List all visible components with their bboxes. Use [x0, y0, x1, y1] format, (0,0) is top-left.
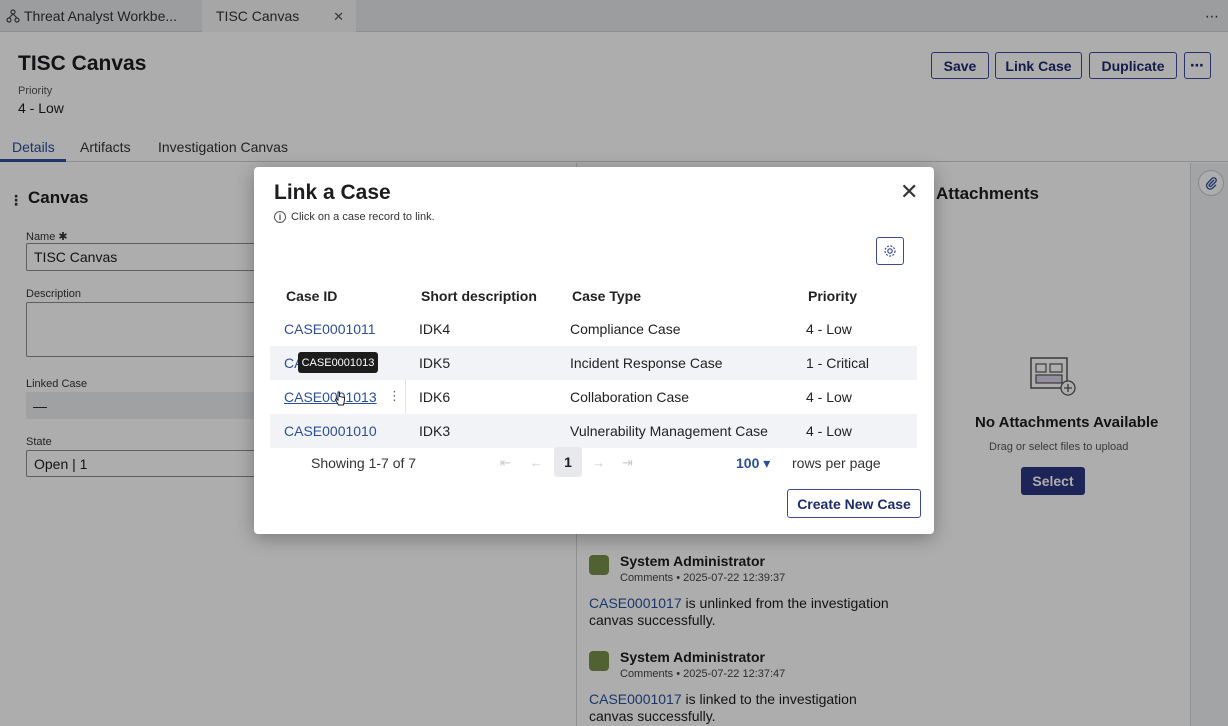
priority: 4 - Low: [806, 321, 852, 337]
case-type: Collaboration Case: [570, 389, 690, 405]
column-header-short-description[interactable]: Short description: [421, 288, 537, 304]
table-row[interactable]: CASE0001011 IDK4 Compliance Case 4 - Low: [270, 312, 917, 346]
link-case-modal: Link a Case ✕ i Click on a case record t…: [254, 167, 934, 534]
gear-icon: [884, 245, 896, 257]
previous-page-icon[interactable]: ←: [530, 455, 543, 470]
priority: 1 - Critical: [806, 355, 870, 371]
case-id-link[interactable]: CASE0001011: [284, 321, 376, 337]
short-description: IDK3: [419, 423, 451, 439]
create-new-case-button[interactable]: Create New Case: [787, 489, 921, 518]
short-description: IDK6: [419, 389, 451, 405]
case-id-link[interactable]: CASE0001013: [284, 389, 377, 405]
case-id-tooltip: CASE0001013: [298, 352, 378, 373]
table-row[interactable]: CASE0001013 ⋮ IDK6 Collaboration Case 4 …: [270, 380, 917, 414]
pagination-summary: Showing 1-7 of 7: [311, 455, 417, 471]
short-description: IDK4: [419, 321, 451, 337]
modal-title: Link a Case: [274, 181, 391, 204]
current-page[interactable]: 1: [554, 447, 582, 477]
case-id-link[interactable]: CASE0001010: [284, 423, 377, 439]
next-page-icon[interactable]: →: [592, 455, 605, 470]
last-page-icon[interactable]: ⇥: [622, 455, 633, 471]
rows-per-page-select[interactable]: 100 ▾: [736, 455, 770, 472]
info-icon: i: [274, 211, 286, 223]
modal-hint: Click on a case record to link.: [291, 211, 435, 223]
rows-per-page-label: rows per page: [792, 455, 881, 471]
column-header-case-id[interactable]: Case ID: [286, 288, 337, 304]
column-header-case-type[interactable]: Case Type: [572, 288, 641, 304]
case-type: Compliance Case: [570, 321, 681, 337]
priority: 4 - Low: [806, 423, 852, 439]
row-menu-icon[interactable]: ⋮: [388, 388, 401, 404]
case-type: Vulnerability Management Case: [570, 423, 768, 439]
short-description: IDK5: [419, 355, 451, 371]
pointer-cursor-icon: [334, 391, 345, 406]
priority: 4 - Low: [806, 389, 852, 405]
rows-per-page-value: 100: [736, 455, 760, 471]
first-page-icon[interactable]: ⇤: [500, 455, 511, 471]
table-settings-button[interactable]: [876, 237, 904, 265]
close-icon[interactable]: ✕: [900, 179, 918, 205]
column-header-priority[interactable]: Priority: [808, 288, 857, 304]
table-row[interactable]: CASE0001010 IDK3 Vulnerability Managemen…: [270, 414, 917, 448]
case-type: Incident Response Case: [570, 355, 723, 371]
chevron-down-icon: ▾: [763, 455, 771, 471]
